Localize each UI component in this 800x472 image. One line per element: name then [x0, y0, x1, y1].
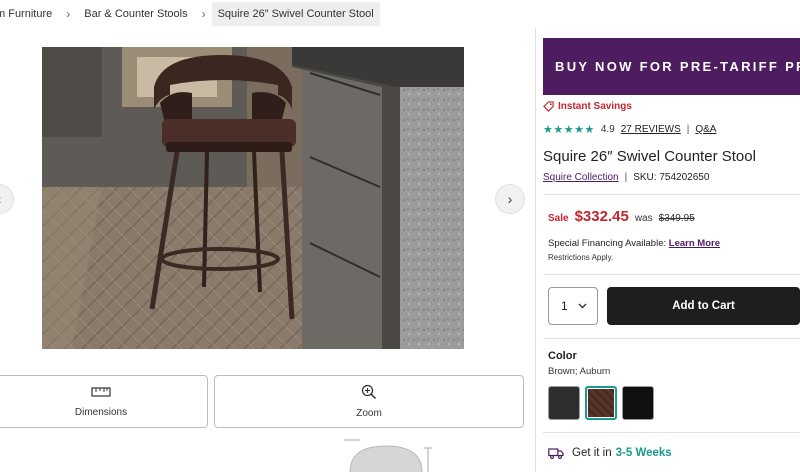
color-swatch-brown-auburn[interactable] — [585, 386, 617, 420]
star-rating-icon: ★★★★★ — [543, 124, 595, 136]
divider: | — [624, 172, 628, 183]
section-divider — [543, 194, 800, 195]
shipping-estimate: Get it in 3-5 Weeks — [548, 447, 672, 459]
price-tag-icon — [543, 101, 554, 112]
learn-more-link[interactable]: Learn More — [669, 238, 720, 249]
column-divider — [535, 28, 536, 472]
instant-savings-label: Instant Savings — [558, 101, 632, 112]
dimensions-button[interactable]: Dimensions — [0, 375, 208, 428]
ruler-icon — [91, 387, 111, 397]
promo-banner[interactable]: BUY NOW FOR PRE-TARIFF PRI — [543, 38, 800, 95]
breadcrumb-link-bar-counter-stools[interactable]: Bar & Counter Stools — [76, 8, 195, 20]
rating-row: ★★★★★ 4.9 27 REVIEWS | Q&A — [543, 123, 716, 136]
breadcrumb-separator-icon: › — [66, 7, 71, 21]
shipping-prefix: Get it in — [572, 447, 612, 459]
dimensions-label: Dimensions — [74, 407, 128, 418]
collection-row: Squire Collection | SKU: 754202650 — [543, 172, 709, 183]
sale-price: $332.45 — [574, 208, 629, 225]
section-divider — [543, 274, 800, 275]
selected-color: Brown; Auburn — [548, 366, 611, 377]
financing-text: Special Financing Available: — [548, 238, 667, 249]
gallery-next-button[interactable]: › — [495, 184, 525, 214]
breadcrumb-link-furniture[interactable]: m Furniture — [0, 8, 60, 20]
original-price: $349.95 — [658, 213, 695, 224]
product-photo-illustration — [42, 47, 464, 349]
financing-row: Special Financing Available: Learn More — [548, 238, 720, 249]
color-swatch-black[interactable] — [622, 386, 654, 420]
quantity-value: 1 — [561, 299, 568, 313]
chevron-right-icon: › — [507, 191, 513, 207]
color-heading: Color — [548, 350, 577, 362]
breadcrumb-separator-icon: › — [201, 7, 206, 21]
dimension-diagram-thumbnail[interactable] — [340, 438, 432, 472]
chevron-left-icon: ‹ — [0, 191, 1, 207]
rating-score: 4.9 — [600, 124, 615, 135]
product-title: Squire 26″ Swivel Counter Stool — [543, 148, 756, 165]
breadcrumb: m Furniture › Bar & Counter Stools › Squ… — [0, 0, 380, 28]
sku: SKU: 754202650 — [633, 172, 710, 183]
section-divider — [543, 432, 800, 433]
instant-savings: Instant Savings — [543, 101, 632, 112]
zoom-in-icon — [361, 384, 377, 400]
qa-link[interactable]: Q&A — [695, 124, 716, 135]
zoom-label: Zoom — [356, 408, 382, 419]
chevron-down-icon — [578, 303, 587, 309]
divider: | — [686, 124, 690, 135]
add-to-cart-button[interactable]: Add to Cart — [607, 287, 800, 325]
restrictions-text: Restrictions Apply. — [548, 253, 614, 262]
zoom-button[interactable]: Zoom — [214, 375, 524, 428]
shipping-weeks: 3-5 Weeks — [615, 447, 672, 459]
collection-link[interactable]: Squire Collection — [543, 172, 619, 183]
quantity-select[interactable]: 1 — [548, 287, 598, 325]
section-divider — [543, 338, 800, 339]
reviews-link[interactable]: 27 REVIEWS — [621, 124, 681, 135]
was-label: was — [634, 213, 653, 224]
sale-badge: Sale — [548, 213, 569, 224]
delivery-truck-icon — [548, 447, 564, 459]
color-swatch-charcoal[interactable] — [548, 386, 580, 420]
gallery-prev-button[interactable]: ‹ — [0, 184, 14, 214]
breadcrumb-current: Squire 26″ Swivel Counter Stool — [211, 2, 380, 26]
product-image[interactable] — [42, 47, 464, 349]
price-row: Sale $332.45 was $349.95 — [548, 208, 695, 225]
